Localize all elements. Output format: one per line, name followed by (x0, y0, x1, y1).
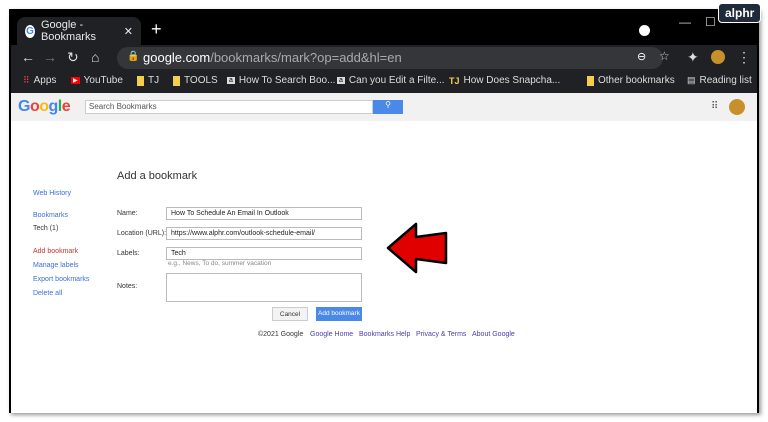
labels-field[interactable]: Tech (166, 247, 362, 260)
sidebar-web-history[interactable]: Web History (33, 190, 71, 197)
footer-google-home[interactable]: Google Home (310, 331, 353, 338)
notes-label: Notes: (117, 283, 138, 290)
zoom-icon[interactable]: ⊖ (637, 50, 646, 63)
back-icon[interactable]: ← (21, 49, 35, 65)
alphr-watermark: alphr (718, 3, 762, 23)
bookmark-tools[interactable]: TOOLS (173, 75, 218, 86)
site-icon: a (337, 77, 345, 84)
sidebar-add-bookmark[interactable]: Add bookmark (33, 248, 78, 255)
search-bookmarks-input[interactable]: Search Bookmarks (85, 100, 373, 114)
sidebar-delete-all[interactable]: Delete all (33, 290, 62, 297)
tab-title: Google - Bookmarks (40, 19, 96, 43)
name-field[interactable]: How To Schedule An Email In Outlook (166, 207, 362, 220)
name-label: Name: (117, 210, 138, 217)
close-tab-icon[interactable]: ✕ (124, 25, 133, 38)
folder-icon (587, 75, 594, 86)
url-path: /bookmarks/mark?op=add&hl=en (210, 50, 402, 65)
reload-icon[interactable]: ↻ (67, 49, 79, 66)
google-header: Google Search Bookmarks ⚲ ⠿ (11, 93, 757, 121)
sidebar-manage-labels[interactable]: Manage labels (33, 262, 79, 269)
star-icon[interactable]: ☆ (659, 49, 670, 63)
bookmark-how-to-search[interactable]: a How To Search Boo... (227, 75, 335, 86)
google-apps-icon[interactable]: ⠿ (711, 101, 718, 112)
avatar[interactable] (729, 99, 745, 115)
tab-bar: G Google - Bookmarks ✕ + — ☐ (11, 11, 757, 45)
search-button[interactable]: ⚲ (373, 100, 403, 114)
site-icon: a (227, 77, 235, 84)
google-logo[interactable]: Google (18, 98, 71, 116)
maximize-button[interactable]: ☐ (705, 15, 716, 29)
page-title: Add a bookmark (117, 170, 198, 182)
footer-bookmarks-help[interactable]: Bookmarks Help (359, 331, 410, 338)
footer-copyright: ©2021 Google (258, 331, 304, 338)
tab-google-bookmarks[interactable]: G Google - Bookmarks ✕ (17, 17, 141, 45)
bookmark-snapchat[interactable]: TJ How Does Snapcha... (449, 75, 560, 86)
browser-toolbar: ← → ↻ ⌂ 🔒 google.com/bookmarks/mark?op=a… (11, 45, 757, 71)
browser-window: G Google - Bookmarks ✕ + — ☐ ← → ↻ ⌂ 🔒 g… (9, 9, 759, 413)
address-bar[interactable]: 🔒 google.com/bookmarks/mark?op=add&hl=en… (117, 47, 670, 69)
media-record-icon[interactable] (639, 25, 650, 36)
google-favicon-icon: G (25, 24, 35, 38)
url-label: Location (URL): (117, 230, 167, 237)
forward-icon[interactable]: → (43, 49, 57, 65)
new-tab-button[interactable]: + (151, 19, 162, 40)
bookmark-can-you-edit[interactable]: a Can you Edit a Filte... (337, 75, 445, 86)
bookmark-tj[interactable]: TJ (137, 75, 159, 86)
profile-avatar[interactable] (711, 50, 725, 64)
home-icon[interactable]: ⌂ (91, 49, 99, 65)
sidebar-bookmarks[interactable]: Bookmarks (33, 212, 68, 219)
extensions-icon[interactable]: ✦ (687, 49, 699, 66)
lock-icon: 🔒 (127, 51, 140, 62)
youtube-icon: ▶ (71, 77, 80, 84)
folder-icon (137, 75, 144, 86)
sidebar-export-bookmarks[interactable]: Export bookmarks (33, 276, 89, 283)
folder-icon (173, 75, 180, 86)
menu-icon[interactable]: ⋮ (737, 49, 751, 66)
url-domain: google.com (143, 50, 211, 65)
labels-hint: e.g., News, To do, summer vacation (168, 260, 272, 267)
bookmarks-bar: ⠿ Apps ▶ YouTube TJ TOOLS a How To Search B… (11, 71, 757, 93)
reading-list-icon: ▤ (687, 75, 696, 85)
minimize-button[interactable]: — (679, 15, 691, 29)
bookmark-youtube[interactable]: ▶ YouTube (71, 75, 123, 86)
footer-about-google[interactable]: About Google (472, 331, 515, 338)
reading-list[interactable]: ▤ Reading list (687, 75, 752, 86)
cancel-button[interactable]: Cancel (272, 307, 308, 321)
notes-field[interactable] (166, 273, 362, 302)
tj-icon: TJ (449, 75, 460, 86)
page-content: Google Search Bookmarks ⚲ ⠿ Web History … (11, 93, 757, 413)
footer-privacy-terms[interactable]: Privacy & Terms (416, 331, 466, 338)
red-arrow-icon (386, 222, 448, 274)
url-field[interactable]: https://www.alphr.com/outlook-schedule-e… (166, 227, 362, 240)
bookmark-apps[interactable]: ⠿ Apps (23, 75, 56, 86)
add-bookmark-button[interactable]: Add bookmark (316, 307, 362, 321)
bookmark-other[interactable]: Other bookmarks (587, 75, 675, 86)
sidebar-label-tech[interactable]: Tech (1) (33, 225, 58, 232)
apps-grid-icon: ⠿ (23, 75, 30, 85)
labels-label: Labels: (117, 250, 140, 257)
